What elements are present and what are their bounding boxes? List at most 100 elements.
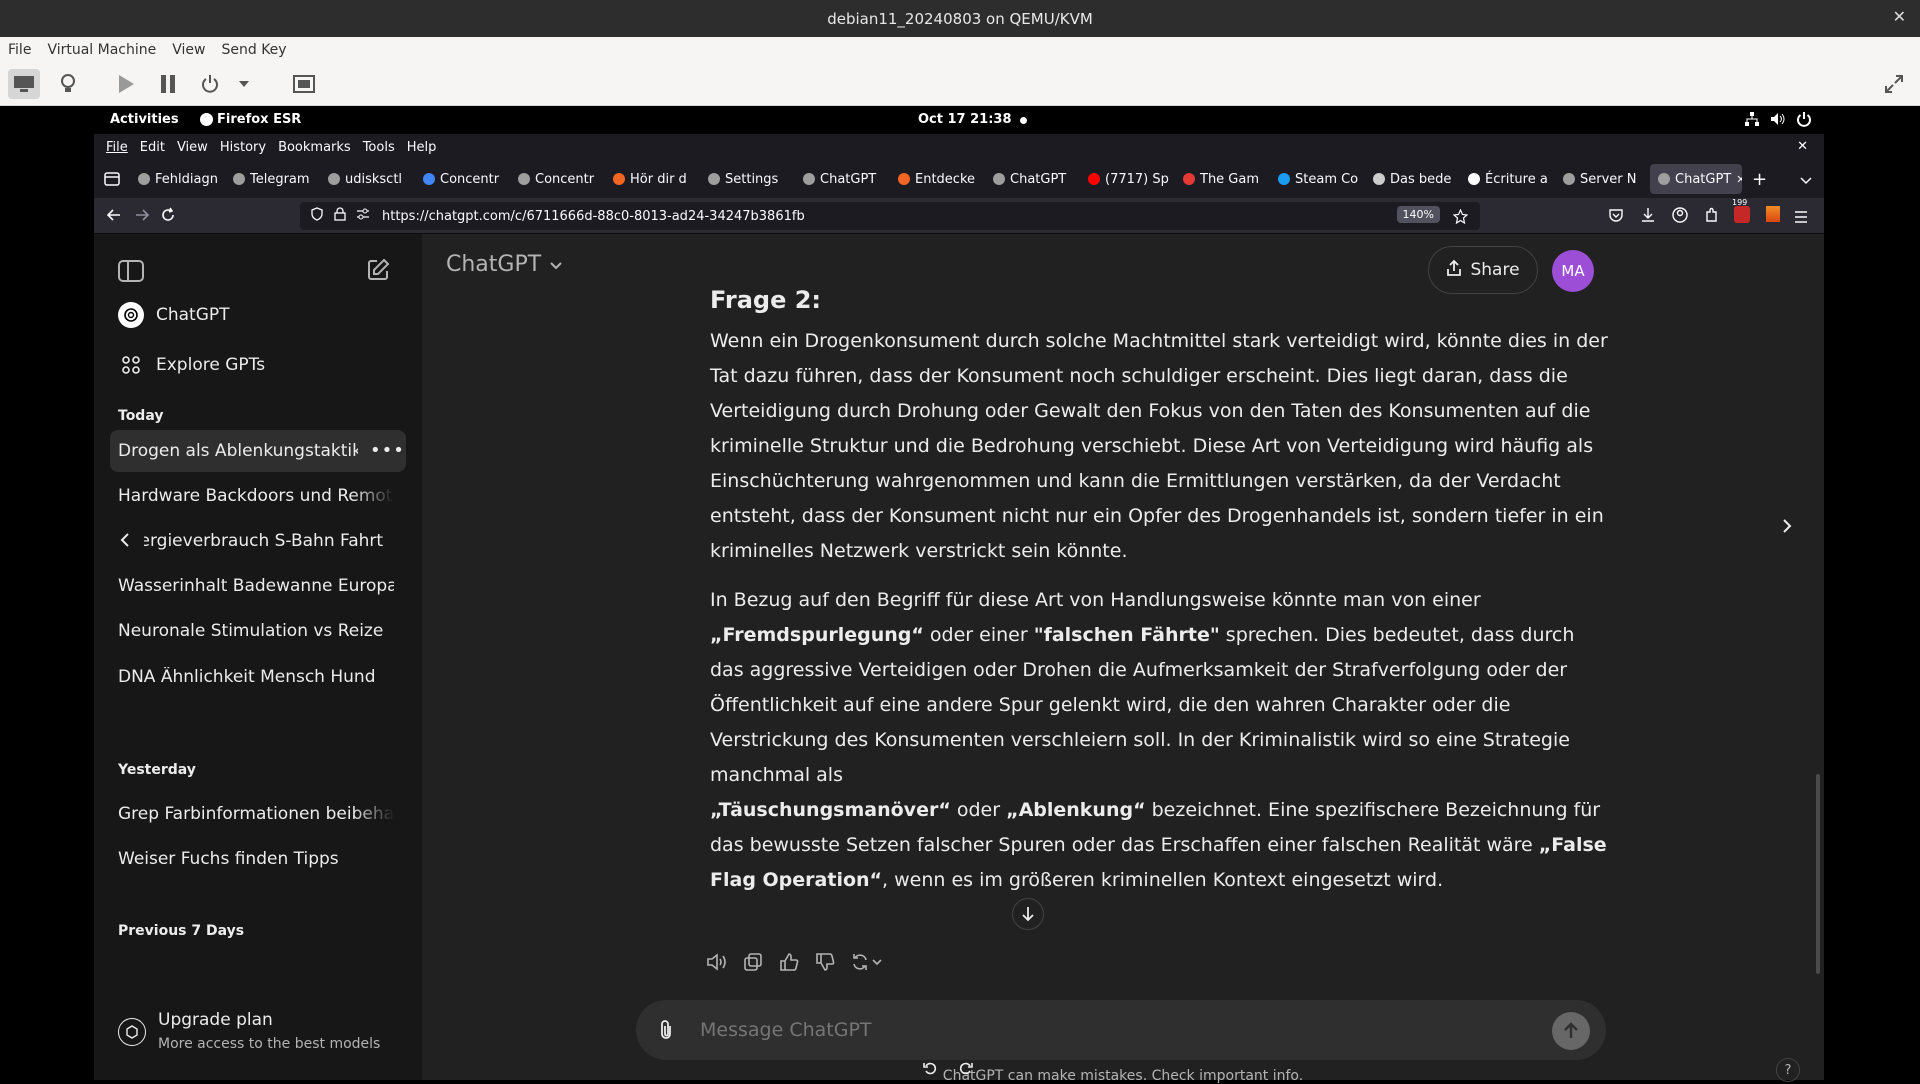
hamburger-icon[interactable]: [1794, 208, 1808, 227]
star-icon[interactable]: [1452, 208, 1469, 228]
url-text[interactable]: https://chatgpt.com/c/6711666d-88c0-8013…: [382, 209, 805, 224]
sidebar-toggle-icon[interactable]: [118, 260, 144, 282]
thumbs-up-icon[interactable]: [778, 952, 800, 976]
ff-menu-edit[interactable]: Edit: [140, 140, 165, 155]
pause-icon[interactable]: [152, 69, 184, 99]
bold-term: „Ablenkung“: [1006, 799, 1146, 821]
browser-tab[interactable]: udisksctl: [320, 164, 415, 194]
redo-icon[interactable]: [958, 1060, 974, 1080]
browser-tab[interactable]: Concentr: [415, 164, 510, 194]
chat-item[interactable]: Grep Farbinformationen beibehalten: [118, 804, 394, 824]
chat-item[interactable]: Energieverbrauch S-Bahn Fahrt: [118, 531, 394, 551]
chat-item[interactable]: Hardware Backdoors und Remote Zugriff: [118, 486, 394, 506]
scrollbar[interactable]: [1816, 774, 1820, 974]
power-icon[interactable]: [194, 69, 226, 99]
new-chat-icon[interactable]: [366, 258, 390, 282]
ff-menu-bookmarks[interactable]: Bookmarks: [278, 140, 351, 155]
tab-close-icon[interactable]: ✕: [1736, 173, 1742, 186]
browser-tab[interactable]: Das bede: [1365, 164, 1460, 194]
ublock-icon[interactable]: 199: [1732, 198, 1750, 223]
pocket-icon[interactable]: [1608, 207, 1624, 227]
new-tab-icon[interactable]: +: [1752, 169, 1767, 190]
shield-icon[interactable]: [310, 207, 324, 225]
browser-tab[interactable]: (7717) Sp: [1080, 164, 1175, 194]
network-icon[interactable]: [1744, 111, 1760, 131]
browser-tab[interactable]: The Gam: [1175, 164, 1270, 194]
browser-tab[interactable]: Concentr: [510, 164, 605, 194]
grid-icon: [118, 352, 144, 378]
more-options-icon[interactable]: •••: [370, 440, 405, 461]
screenshot-icon[interactable]: [288, 69, 320, 99]
extension-icon[interactable]: [1766, 206, 1780, 222]
send-button[interactable]: [1552, 1012, 1590, 1050]
chevron-right-icon[interactable]: [1782, 518, 1792, 538]
monitor-icon[interactable]: [8, 69, 40, 99]
sidebar-item-explore[interactable]: Explore GPTs: [118, 352, 265, 378]
chat-item[interactable]: Neuronale Stimulation vs Reize: [118, 621, 394, 641]
ff-menu-tools[interactable]: Tools: [363, 140, 395, 155]
activities-button[interactable]: Activities: [110, 112, 179, 127]
window-close-icon[interactable]: ✕: [1797, 139, 1808, 154]
browser-tab[interactable]: ChatGPT: [795, 164, 890, 194]
browser-tab[interactable]: Fehldiagn: [130, 164, 225, 194]
power-menu-icon[interactable]: [1796, 111, 1812, 131]
read-aloud-icon[interactable]: [706, 952, 728, 976]
vm-menu-send-key[interactable]: Send Key: [221, 42, 286, 58]
copy-icon[interactable]: [742, 952, 764, 976]
regenerate-icon[interactable]: [850, 952, 884, 976]
browser-tab[interactable]: Steam Co: [1270, 164, 1365, 194]
browser-tab[interactable]: Hör dir d: [605, 164, 700, 194]
chat-item[interactable]: Drogen als Ablenkungstaktik: [118, 441, 358, 461]
clock[interactable]: Oct 17 21:38: [918, 112, 1012, 127]
message-input[interactable]: [700, 1014, 1500, 1046]
ff-menu-view[interactable]: View: [177, 140, 208, 155]
ff-menu-history[interactable]: History: [220, 140, 266, 155]
lightbulb-icon[interactable]: [52, 69, 84, 99]
forward-icon[interactable]: [134, 207, 150, 227]
vm-menu-view[interactable]: View: [172, 42, 205, 58]
fullscreen-icon[interactable]: [1878, 69, 1910, 99]
chevron-down-icon[interactable]: [234, 69, 254, 99]
scroll-down-icon[interactable]: [1012, 898, 1044, 930]
ff-menu-help[interactable]: Help: [407, 140, 437, 155]
undo-icon[interactable]: [922, 1060, 938, 1080]
model-selector[interactable]: ChatGPT: [446, 252, 563, 277]
help-icon[interactable]: ?: [1776, 1058, 1800, 1082]
tab-label: Écriture a: [1485, 171, 1548, 187]
browser-tab[interactable]: Telegram: [225, 164, 320, 194]
browser-tab[interactable]: Settings: [700, 164, 795, 194]
favicon-icon: [1468, 173, 1480, 185]
chat-item[interactable]: DNA Ähnlichkeit Mensch Hund: [118, 667, 394, 687]
attach-icon[interactable]: [658, 1018, 674, 1046]
bold-term: „Täuschungsmanöver“: [710, 799, 951, 821]
chat-item[interactable]: Wasserinhalt Badewanne Europa: [118, 576, 394, 596]
close-icon[interactable]: ✕: [1893, 7, 1906, 26]
chevron-left-icon[interactable]: [106, 522, 144, 558]
sidebar-item-chatgpt[interactable]: ChatGPT: [118, 302, 230, 328]
play-icon[interactable]: [110, 69, 142, 99]
reload-icon[interactable]: [160, 207, 176, 227]
back-icon[interactable]: [106, 207, 122, 227]
browser-tab[interactable]: ChatGPT ✕: [1650, 164, 1742, 194]
chevron-down-icon[interactable]: [1800, 170, 1812, 189]
account-icon[interactable]: [1672, 207, 1688, 227]
browser-tab[interactable]: Écriture a: [1460, 164, 1555, 194]
browser-tab[interactable]: Server N: [1555, 164, 1650, 194]
permissions-icon[interactable]: [356, 208, 370, 224]
lock-icon[interactable]: [334, 207, 346, 225]
upgrade-plan[interactable]: Upgrade plan More access to the best mod…: [110, 1004, 406, 1064]
chat-item[interactable]: Weiser Fuchs finden Tipps: [118, 849, 394, 869]
url-bar[interactable]: https://chatgpt.com/c/6711666d-88c0-8013…: [300, 202, 1480, 230]
vm-menu-virtual-machine[interactable]: Virtual Machine: [47, 42, 156, 58]
volume-icon[interactable]: [1770, 111, 1786, 131]
extensions-icon[interactable]: [1704, 207, 1720, 227]
tab-list-icon[interactable]: [94, 172, 130, 186]
ff-menu-file[interactable]: File: [106, 140, 128, 155]
thumbs-down-icon[interactable]: [814, 952, 836, 976]
browser-tab[interactable]: ChatGPT: [985, 164, 1080, 194]
zoom-level[interactable]: 140%: [1396, 206, 1440, 223]
browser-tab[interactable]: Entdecke: [890, 164, 985, 194]
app-menu[interactable]: Firefox ESR: [200, 112, 301, 127]
download-icon[interactable]: [1640, 207, 1656, 227]
vm-menu-file[interactable]: File: [8, 42, 31, 58]
